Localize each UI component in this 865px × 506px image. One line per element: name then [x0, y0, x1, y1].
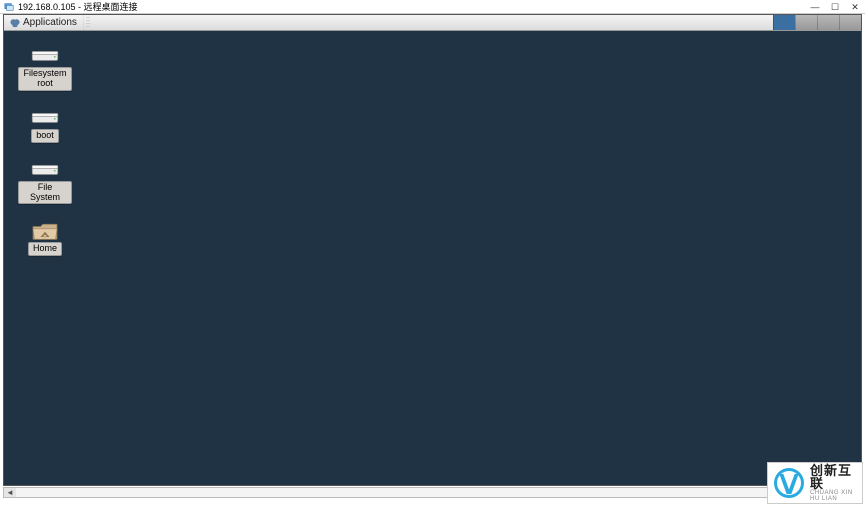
watermark-text-en: CHUANG XIN HU LIAN [810, 490, 856, 502]
watermark-text-cn: 创新互联 [810, 464, 856, 490]
home-folder-icon [28, 222, 62, 240]
desktop-icon-file-system[interactable]: File System [18, 161, 72, 205]
applications-menu-label: Applications [23, 17, 77, 28]
desktop-icons-container: Filesystem root boot [18, 47, 72, 256]
desktop-icon-label: Filesystem root [18, 67, 71, 91]
panel-grip [86, 17, 90, 29]
window-title: 192.168.0.105 - 远程桌面连接 [18, 0, 138, 13]
workspace-3[interactable] [817, 15, 839, 30]
panel-tray [773, 15, 861, 30]
close-button[interactable]: ✕ [845, 0, 865, 14]
maximize-button[interactable]: ☐ [825, 0, 845, 14]
desktop-icon-label: File System [18, 181, 72, 205]
window-titlebar: 192.168.0.105 - 远程桌面连接 — ☐ ✕ [0, 0, 865, 14]
desktop-icon-home[interactable]: Home [18, 222, 72, 256]
workspace-1[interactable] [773, 15, 795, 30]
remote-desktop-canvas: Applications [3, 14, 862, 486]
desktop-icon-boot[interactable]: boot [18, 109, 72, 143]
applications-menu[interactable]: Applications [4, 15, 84, 30]
desktop-icon-filesystem-root[interactable]: Filesystem root [18, 47, 72, 91]
watermark-badge: 创新互联 CHUANG XIN HU LIAN [767, 462, 863, 504]
workspace-4[interactable] [839, 15, 861, 30]
desktop-icon-label: Home [28, 242, 62, 256]
minimize-button[interactable]: — [805, 0, 825, 14]
drive-icon [28, 161, 62, 179]
desktop-area[interactable]: Filesystem root boot [4, 31, 861, 485]
drive-icon [28, 47, 62, 65]
xfce-panel: Applications [4, 15, 861, 31]
workspace-2[interactable] [795, 15, 817, 30]
rdp-icon [4, 2, 14, 12]
scroll-track[interactable] [16, 488, 849, 497]
drive-icon [28, 109, 62, 127]
applications-menu-icon [10, 18, 20, 28]
desktop-icon-label: boot [31, 129, 59, 143]
scroll-left-arrow[interactable]: ◄ [4, 488, 16, 497]
window-controls: — ☐ ✕ [805, 0, 865, 14]
remote-desktop-frame: Applications [0, 14, 865, 506]
horizontal-scrollbar[interactable]: ◄ ► [3, 487, 862, 498]
watermark-logo-icon [774, 468, 804, 498]
